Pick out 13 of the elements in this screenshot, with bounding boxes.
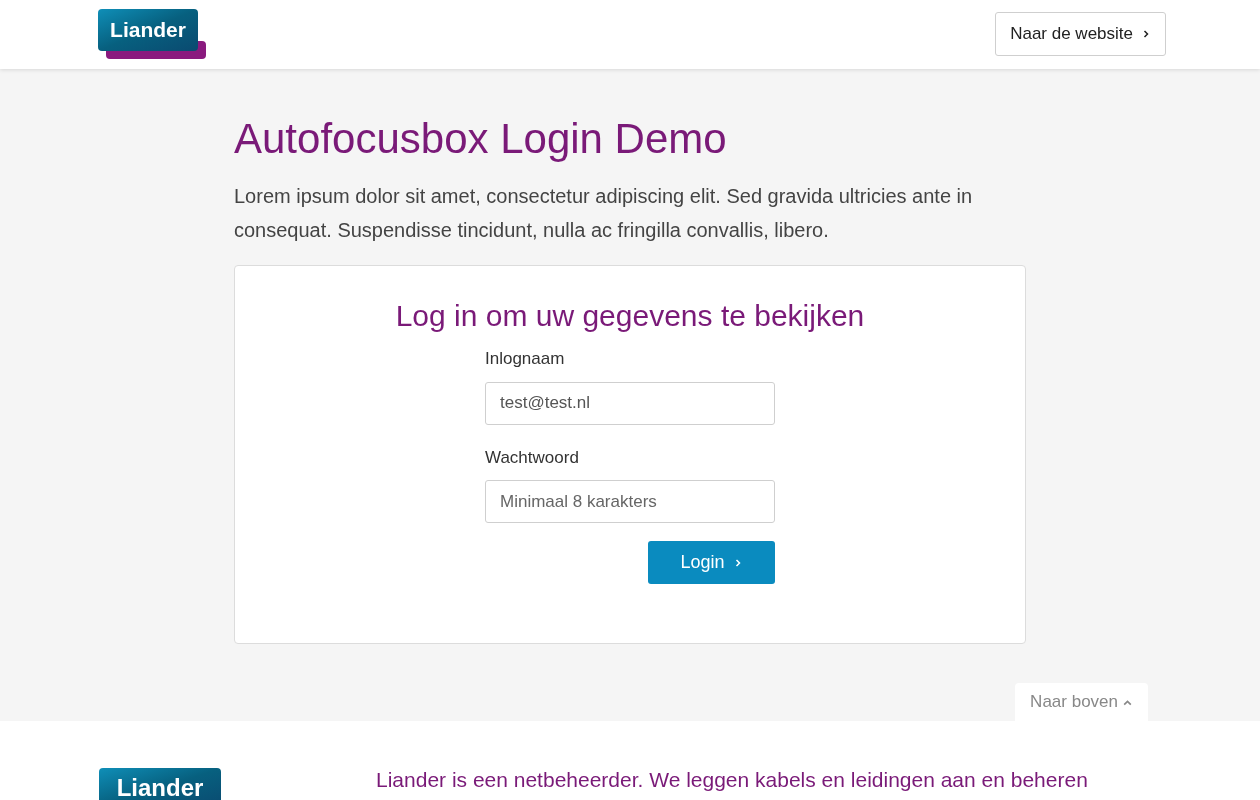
page-title: Autofocusbox Login Demo <box>234 114 728 164</box>
footer-text: Liander is een netbeheerder. We leggen kabels en leidingen aan en beheren <box>376 767 1088 793</box>
website-button[interactable]: Naar de website <box>995 12 1166 56</box>
input-field[interactable]: test@test.nl <box>485 381 775 425</box>
back-to-top-button[interactable]: Naar boven <box>1015 683 1148 721</box>
liander-logo[interactable]: Liander <box>99 768 223 800</box>
login-heading: Log in om uw gegevens te bekijken <box>395 298 865 334</box>
field-label: Inlognaam <box>485 348 566 370</box>
login-button[interactable]: Login <box>648 541 775 584</box>
field-label: Wachtwoord <box>485 446 580 469</box>
chevron-right-icon <box>1141 29 1151 39</box>
intro-paragraph: Lorem ipsum dolor sit amet, consectetur adipiscing elit. Sed gravida ultricies ante in consequat. Suspendisse tincidunt, nulla ac fringilla convallis, libero. <box>234 184 974 243</box>
input-field[interactable]: Minimaal 8 karakters <box>485 480 775 523</box>
